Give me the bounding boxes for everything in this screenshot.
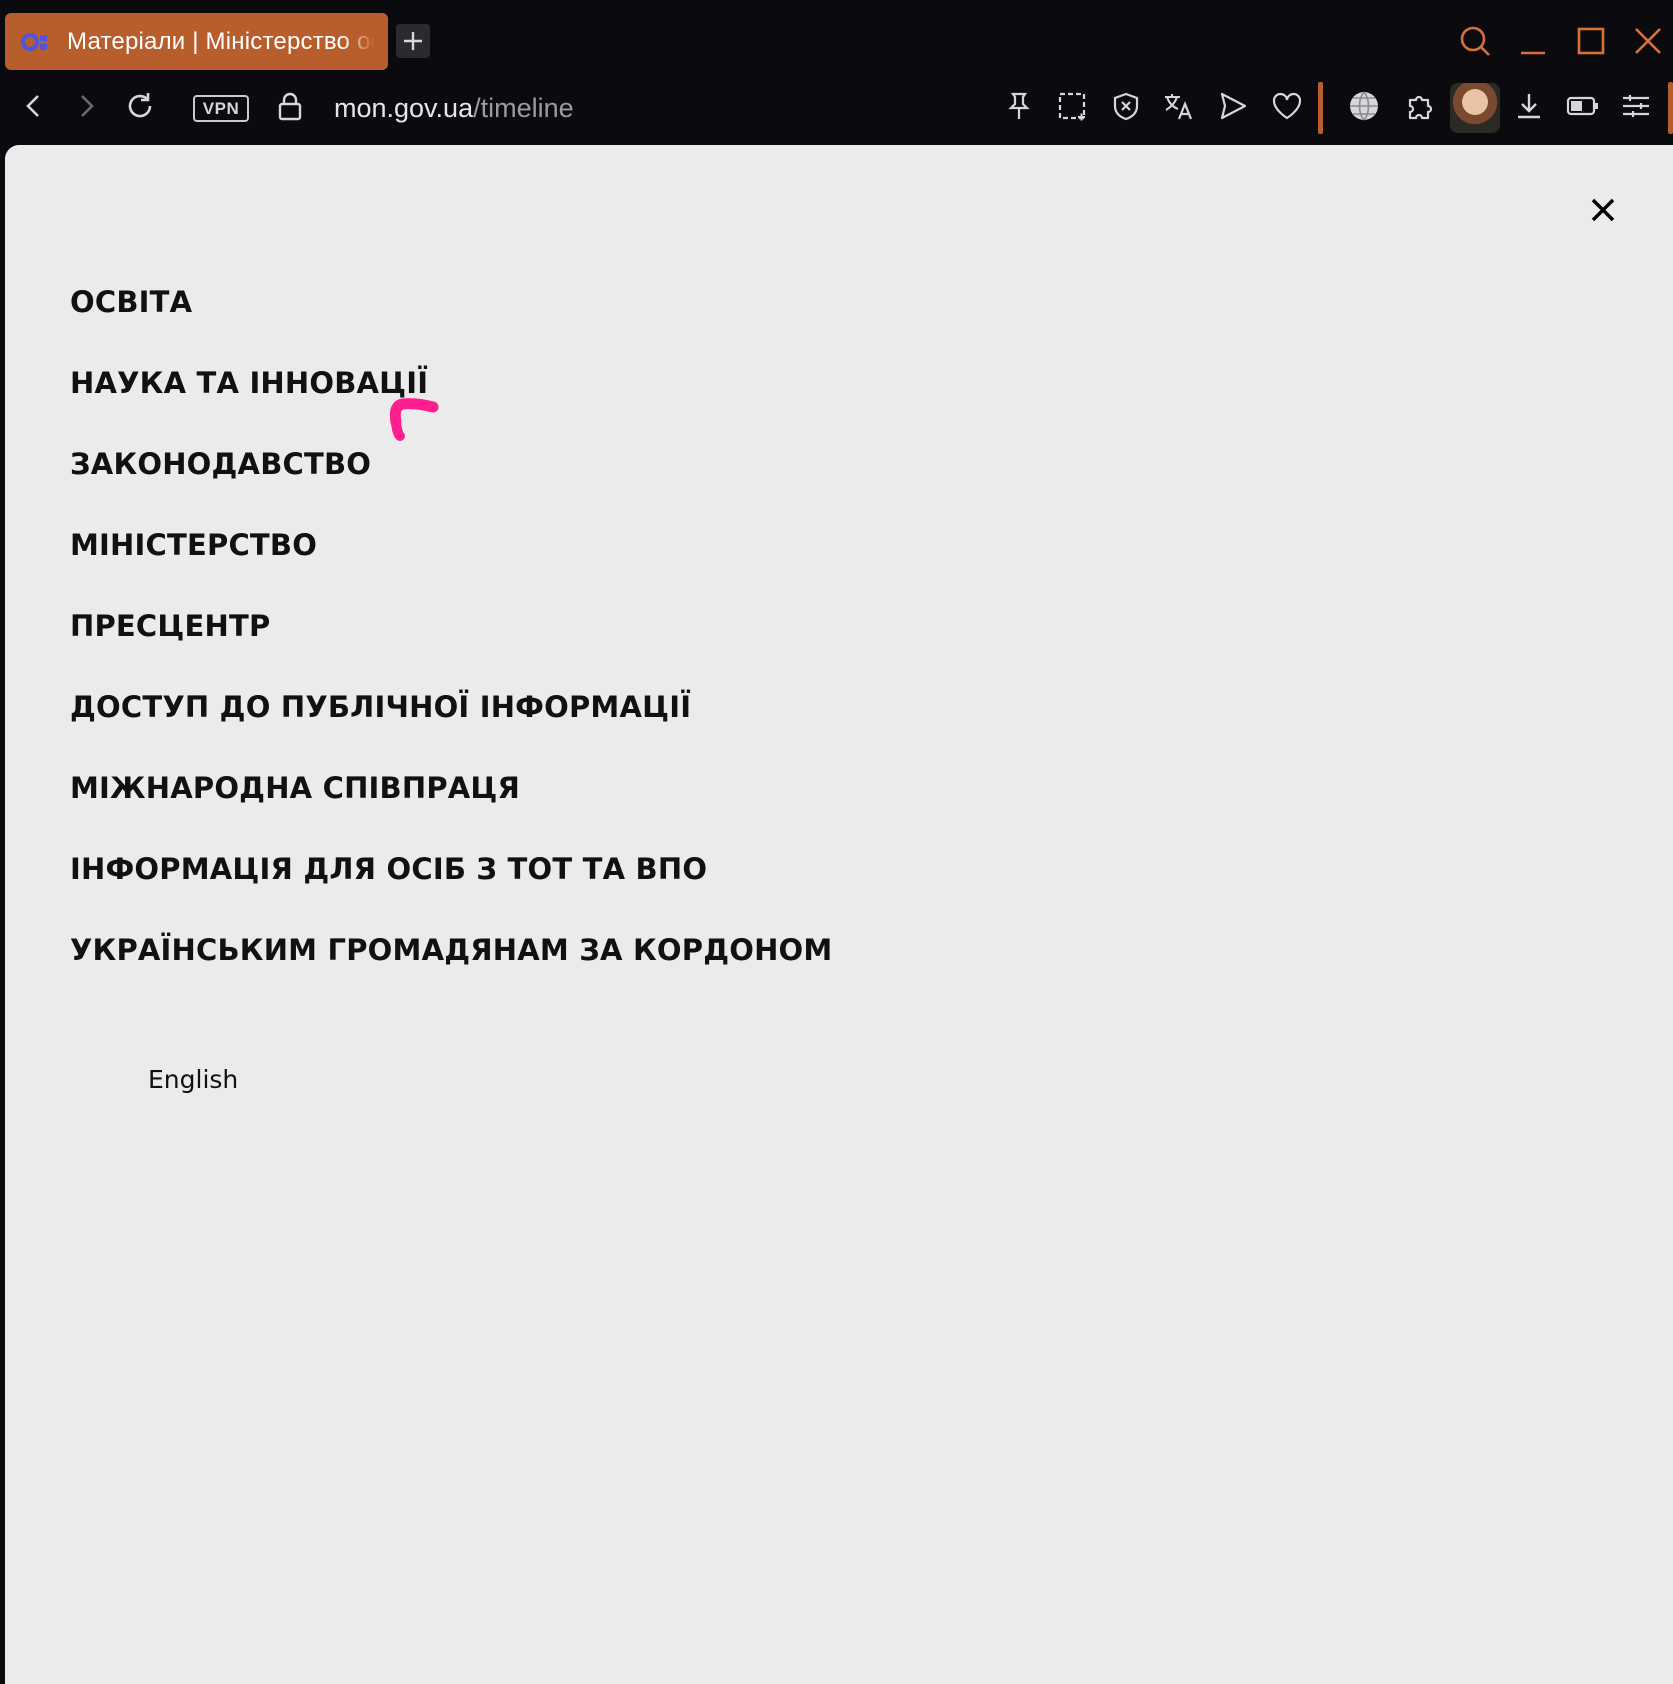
- search-tabs-button[interactable]: [1454, 20, 1496, 62]
- maximize-icon: [1577, 27, 1605, 55]
- puzzle-icon: [1408, 95, 1433, 120]
- url-host: mon.gov.ua: [334, 93, 474, 123]
- extensions-button[interactable]: [1398, 84, 1442, 128]
- battery-saver-button[interactable]: [1561, 84, 1605, 128]
- toolbar-separator: [1318, 82, 1323, 134]
- forward-button[interactable]: [64, 84, 108, 128]
- toolbar-edge-marker: [1668, 82, 1673, 134]
- tab-strip: Матеріали | Міністерство освіти і науки …: [0, 0, 1673, 72]
- download-icon: [1518, 94, 1540, 119]
- tab-title: Матеріали | Міністерство освіти і науки …: [67, 27, 388, 55]
- close-menu-button[interactable]: [1578, 185, 1628, 235]
- back-arrow-icon: [26, 95, 39, 117]
- cursor-pointer-icon: [390, 398, 442, 448]
- heart-icon: [1272, 92, 1302, 120]
- close-window-button[interactable]: [1627, 20, 1669, 62]
- maximize-button[interactable]: [1570, 20, 1612, 62]
- easy-setup-button[interactable]: [1614, 84, 1658, 128]
- site-menu-overlay: ОСВІТА НАУКА ТА ІННОВАЦІЇ ЗАКОНОДАВСТВО …: [5, 145, 1673, 1684]
- menu-item-education[interactable]: ОСВІТА: [70, 285, 832, 366]
- menu-item-press-center[interactable]: ПРЕСЦЕНТР: [70, 609, 832, 690]
- reload-button[interactable]: [118, 84, 162, 128]
- browser-vpn-globe-button[interactable]: [1342, 84, 1386, 128]
- adblock-button[interactable]: [1104, 84, 1148, 128]
- send-button[interactable]: [1211, 84, 1255, 128]
- snapshot-button[interactable]: [1050, 84, 1094, 128]
- vpn-badge[interactable]: VPN: [193, 95, 249, 122]
- reload-icon: [128, 93, 152, 118]
- menu-item-international-cooperation[interactable]: МІЖНАРОДНА СПІВПРАЦЯ: [70, 771, 832, 852]
- shield-icon: [1113, 92, 1139, 121]
- menu-item-public-information[interactable]: ДОСТУП ДО ПУБЛІЧНОЇ ІНФОРМАЦІЇ: [70, 690, 832, 771]
- menu-item-citizens-abroad[interactable]: УКРАЇНСЬКИМ ГРОМАДЯНАМ ЗА КОРДОНОМ: [70, 933, 832, 1014]
- minimize-button[interactable]: [1512, 20, 1554, 62]
- search-icon: [1460, 26, 1490, 56]
- globe-icon: [1350, 91, 1378, 121]
- site-favicon-icon: [21, 31, 53, 53]
- main-navigation-menu: ОСВІТА НАУКА ТА ІННОВАЦІЇ ЗАКОНОДАВСТВО …: [70, 285, 832, 1014]
- back-button[interactable]: [12, 84, 56, 128]
- favorite-button[interactable]: [1265, 84, 1309, 128]
- menu-item-ministry[interactable]: МІНІСТЕРСТВО: [70, 528, 832, 609]
- menu-item-legislation[interactable]: ЗАКОНОДАВСТВО: [70, 447, 832, 528]
- address-bar[interactable]: mon.gov.ua/timeline: [334, 90, 574, 126]
- minimize-icon: [1521, 51, 1545, 55]
- url-path: /timeline: [473, 93, 574, 123]
- plus-icon: [404, 32, 422, 50]
- battery-icon: [1566, 96, 1598, 116]
- snapshot-icon: [1058, 92, 1086, 121]
- settings-sliders-icon: [1623, 95, 1649, 117]
- close-icon: [1635, 28, 1661, 54]
- language-switch-link[interactable]: English: [148, 1065, 238, 1094]
- menu-item-science-innovation[interactable]: НАУКА ТА ІННОВАЦІЇ: [70, 366, 832, 447]
- pin-button[interactable]: [997, 84, 1041, 128]
- tab-title-fade: [342, 13, 388, 70]
- translate-button[interactable]: [1157, 84, 1201, 128]
- downloads-button[interactable]: [1507, 84, 1551, 128]
- active-tab[interactable]: Матеріали | Міністерство освіти і науки …: [5, 13, 388, 70]
- translate-icon: [1165, 94, 1193, 120]
- new-tab-button[interactable]: [396, 24, 430, 58]
- pin-icon: [1008, 92, 1030, 119]
- menu-item-tot-vpo-info[interactable]: ІНФОРМАЦІЯ ДЛЯ ОСІБ З ТОТ ТА ВПО: [70, 852, 832, 933]
- send-icon: [1220, 92, 1247, 120]
- site-security-button[interactable]: [268, 84, 312, 128]
- close-icon: [1591, 198, 1615, 222]
- lock-icon: [278, 92, 302, 121]
- navigation-bar: VPN mon.gov.ua/timeline: [0, 72, 1673, 144]
- forward-arrow-icon: [81, 95, 94, 117]
- profile-avatar[interactable]: [1450, 83, 1500, 133]
